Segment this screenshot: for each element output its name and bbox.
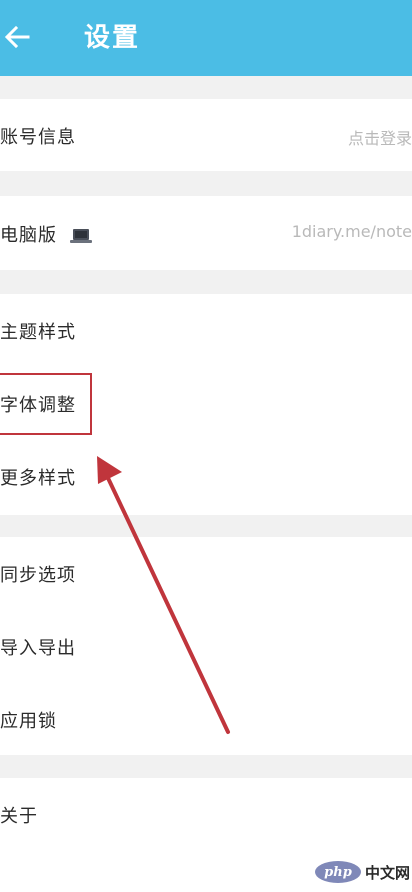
data-group: 同步选项 导入导出 应用锁 [0,537,412,755]
account-label: 账号信息 [0,127,76,148]
app-lock-label: 应用锁 [0,711,57,732]
import-export-label: 导入导出 [0,638,76,659]
desktop-group: 电脑版 1diary.me/note [0,196,412,270]
account-row[interactable]: 账号信息 点击登录 [0,99,412,171]
theme-style-label: 主题样式 [0,322,76,343]
desktop-row[interactable]: 电脑版 1diary.me/note [0,196,412,270]
settings-screen: 设置 账号信息 点击登录 电脑版 1diary.me/note 主题样式 字体调… [0,0,412,892]
about-label: 关于 [0,806,38,827]
watermark-logo: php [314,861,361,883]
font-adjust-row[interactable]: 字体调整 [0,367,412,440]
watermark: php 中文网 [314,852,410,892]
page-title: 设置 [84,23,141,53]
app-header: 设置 [0,0,412,76]
more-styles-label: 更多样式 [0,468,76,489]
about-row[interactable]: 关于 [0,778,412,851]
more-styles-row[interactable]: 更多样式 [0,440,412,515]
back-arrow-icon [4,25,30,49]
sync-options-row[interactable]: 同步选项 [0,537,412,610]
appearance-group: 主题样式 字体调整 更多样式 [0,294,412,515]
watermark-text: 中文网 [364,863,410,882]
desktop-url: 1diary.me/note [291,222,412,241]
sync-options-label: 同步选项 [0,565,76,586]
desktop-label-wrap: 电脑版 [0,221,92,247]
desktop-label: 电脑版 [0,225,57,246]
account-group: 账号信息 点击登录 [0,99,412,171]
import-export-row[interactable]: 导入导出 [0,610,412,683]
theme-style-row[interactable]: 主题样式 [0,294,412,367]
font-adjust-label: 字体调整 [0,395,76,416]
login-prompt: 点击登录 [347,129,412,148]
app-lock-row[interactable]: 应用锁 [0,683,412,755]
laptop-icon [69,229,92,243]
back-button[interactable] [2,22,32,52]
